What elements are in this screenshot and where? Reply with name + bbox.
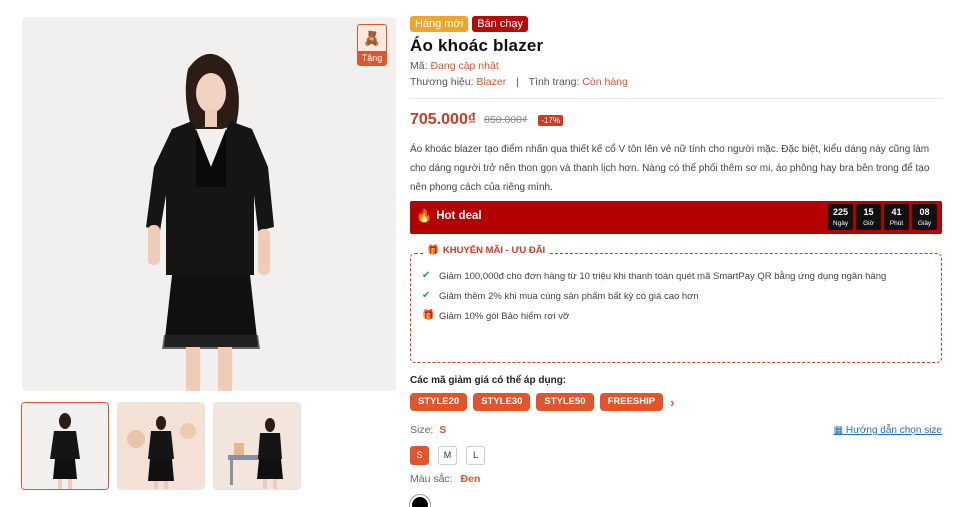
promotion-text: Giảm thêm 2% khi mua cùng sản phẩm bất k…: [439, 291, 699, 302]
product-main-image[interactable]: [22, 17, 396, 391]
countdown-value: 08: [919, 207, 930, 217]
countdown-timer: 225 Ngày 15 Giờ 41 Phút 08 Giây: [828, 204, 937, 230]
coupon-style30[interactable]: STYLE30: [473, 393, 531, 411]
chevron-right-icon[interactable]: ›: [670, 395, 674, 410]
check-icon: ✔: [422, 290, 431, 301]
old-price: 850.000₫: [484, 114, 528, 126]
product-description: Áo khoác blazer tạo điểm nhấn qua thiết …: [410, 144, 930, 193]
countdown-minutes: 41 Phút: [884, 204, 909, 230]
brand-label: Thương hiệu:: [410, 76, 474, 88]
coupon-style20[interactable]: STYLE20: [410, 393, 468, 411]
hot-deal-text: Hot deal: [436, 210, 482, 222]
gift-icon: 🧸: [358, 25, 386, 51]
coupons-title: Các mã giảm giá có thể áp dụng:: [410, 375, 567, 386]
countdown-value: 15: [863, 207, 874, 217]
size-label: Size:: [410, 424, 434, 436]
fire-icon: 🔥: [416, 208, 433, 223]
countdown-unit: Giây: [917, 220, 932, 227]
coupon-list: STYLE20 STYLE30 STYLE50 FREESHIP ›: [410, 393, 674, 411]
thumbnail-1[interactable]: [21, 402, 109, 490]
status-value: Còn hàng: [582, 76, 628, 88]
coupon-style50[interactable]: STYLE50: [536, 393, 594, 411]
promotion-text: Giảm 100,000đ cho đơn hàng từ 10 triệu k…: [439, 271, 887, 282]
current-price: 705.000₫: [410, 111, 477, 128]
promotion-text: Giảm 10% gói Bảo hiểm rơi vỡ: [439, 311, 570, 322]
size-options: S M L: [410, 446, 485, 465]
badge-bestseller: Bán chạy: [472, 16, 529, 32]
thumbnail-image: [22, 403, 108, 489]
countdown-unit: Ngày: [832, 220, 849, 227]
promotion-title: KHUYẾN MÃI - ƯU ĐÃI: [442, 245, 546, 256]
countdown-value: 225: [832, 207, 849, 217]
gift-badge[interactable]: 🧸 Tặng: [357, 24, 387, 66]
thumbnail-image: [118, 403, 204, 489]
badge-new: Hàng mới: [410, 16, 469, 32]
check-icon: ✔: [422, 270, 431, 281]
thumbnail-strip: [21, 402, 301, 490]
countdown-unit: Phút: [889, 220, 904, 227]
ruler-icon: ▦: [833, 425, 844, 436]
brand-link[interactable]: Blazer: [476, 76, 506, 88]
countdown-value: 41: [891, 207, 902, 217]
gift-box-icon: 🎁: [427, 245, 439, 256]
size-option-m[interactable]: M: [438, 446, 457, 465]
countdown-hours: 15 Giờ: [856, 204, 881, 230]
model-photo: [22, 17, 396, 391]
divider: [410, 98, 942, 99]
gift-icon: 🎁: [422, 310, 435, 321]
promotion-item: 🎁 Giảm 10% gói Bảo hiểm rơi vỡ: [422, 309, 927, 324]
hot-deal-label: 🔥 Hot deal: [416, 209, 482, 223]
size-guide-link[interactable]: ▦ Hướng dẫn chọn size: [834, 425, 942, 436]
coupon-freeship[interactable]: FREESHIP: [599, 393, 664, 411]
size-option-s[interactable]: S: [410, 446, 429, 465]
promotion-header: 🎁 KHUYẾN MÃI - ƯU ĐÃI: [423, 245, 550, 256]
size-row: Size: S ▦ Hướng dẫn chọn size: [410, 424, 942, 436]
size-option-l[interactable]: L: [466, 446, 485, 465]
thumbnail-image: [214, 403, 300, 489]
status-label: Tình trạng:: [528, 76, 580, 88]
color-row: Màu sắc: Đen: [410, 473, 480, 485]
thumbnail-2[interactable]: [117, 402, 205, 490]
selected-color: Đen: [460, 473, 481, 485]
sku-label: Mã:: [410, 60, 428, 72]
gift-label: Tặng: [358, 51, 386, 65]
discount-badge: -17%: [538, 114, 564, 126]
meta-separator: |: [516, 76, 519, 88]
brand-status-row: Thương hiệu: Blazer | Tình trạng: Còn hà…: [410, 76, 628, 88]
countdown-unit: Giờ: [863, 220, 874, 227]
size-guide-text: Hướng dẫn chọn size: [845, 425, 942, 436]
countdown-days: 225 Ngày: [828, 204, 853, 230]
countdown-seconds: 08 Giây: [912, 204, 937, 230]
price-row: 705.000₫ 850.000₫ -17%: [410, 111, 564, 129]
thumbnail-3[interactable]: [213, 402, 301, 490]
sku-row: Mã: Đang cập nhật: [410, 60, 499, 72]
hot-deal-bar: 🔥 Hot deal 225 Ngày 15 Giờ 41 Phút 08 Gi…: [410, 201, 942, 234]
product-info: Hàng mới Bán chạy Áo khoác blazer Mã: Đa…: [410, 16, 942, 507]
promotion-box: 🎁 KHUYẾN MÃI - ƯU ĐÃI ✔ Giảm 100,000đ ch…: [410, 245, 942, 363]
product-title: Áo khoác blazer: [410, 36, 544, 55]
color-swatch-black[interactable]: [410, 495, 430, 507]
color-label: Màu sắc:: [410, 473, 453, 485]
promotion-list: ✔ Giảm 100,000đ cho đơn hàng từ 10 triệu…: [422, 269, 927, 329]
badge-group: Hàng mới Bán chạy: [410, 16, 942, 32]
sku-value: Đang cập nhật: [430, 60, 499, 72]
selected-size: S: [439, 424, 447, 436]
promotion-item: ✔ Giảm thêm 2% khi mua cùng sản phẩm bất…: [422, 289, 927, 304]
promotion-item: ✔ Giảm 100,000đ cho đơn hàng từ 10 triệu…: [422, 269, 927, 284]
